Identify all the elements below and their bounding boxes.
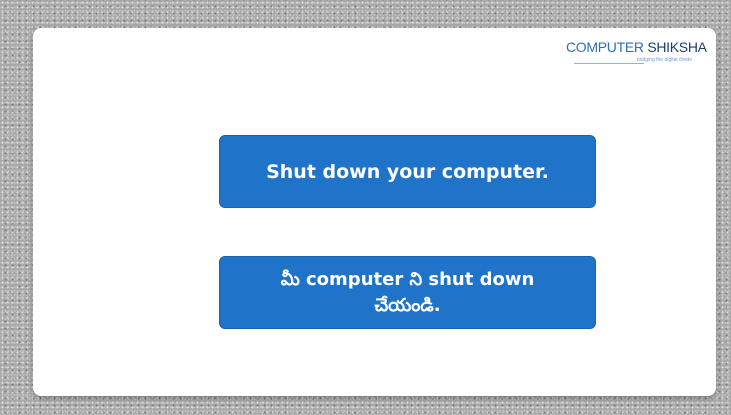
logo-word-computer: COMPUTER <box>566 39 644 55</box>
instruction-english: Shut down your computer. <box>219 135 596 208</box>
logo-word-shiksha: SHIKSHA <box>647 39 707 55</box>
logo-underline <box>574 63 644 64</box>
logo-wordmark: COMPUTER SHIKSHA <box>566 39 707 55</box>
computer-shiksha-logo: COMPUTER SHIKSHA bridging the digital di… <box>566 39 707 64</box>
instruction-telugu: మీ computer ని shut down చేయండి. <box>219 256 596 329</box>
slide-card: COMPUTER SHIKSHA bridging the digital di… <box>33 28 716 396</box>
